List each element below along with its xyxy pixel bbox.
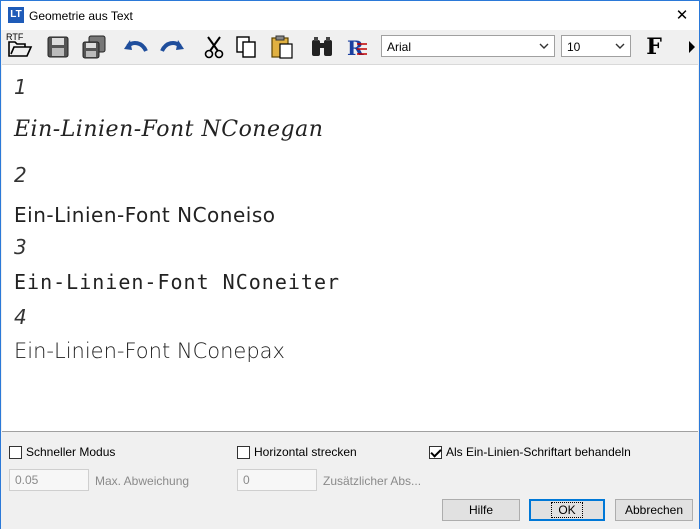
replace-icon: R	[347, 36, 367, 60]
fast-mode-label: Schneller Modus	[26, 445, 116, 459]
open-rtf-button[interactable]: RTF	[5, 32, 35, 61]
options-panel: Schneller Modus Horizontal strecken Als …	[1, 433, 699, 529]
rtf-label: RTF	[6, 32, 24, 42]
line-number: 3	[14, 235, 27, 259]
font-size-select[interactable]: 10	[561, 35, 631, 57]
extra-spacing-input[interactable]: 0	[237, 469, 317, 491]
copy-icon	[236, 36, 256, 58]
help-button[interactable]: Hilfe	[442, 499, 520, 521]
toolbar-overflow-button[interactable]	[685, 33, 699, 61]
cancel-button[interactable]: Abbrechen	[615, 499, 693, 521]
ok-label: OK	[551, 502, 583, 518]
window-title: Geometrie aus Text	[29, 9, 133, 23]
stretch-horizontal-label: Horizontal strecken	[254, 445, 357, 459]
stretch-horizontal-checkbox[interactable]: Horizontal strecken	[237, 445, 357, 459]
checkbox-box[interactable]	[237, 445, 250, 459]
close-icon: ✕	[675, 7, 689, 24]
cut-button[interactable]	[199, 33, 229, 61]
font-family-value: Arial	[387, 40, 412, 54]
scissors-icon	[204, 36, 224, 59]
fast-mode-checkbox[interactable]: Schneller Modus	[9, 445, 115, 459]
save-all-icon	[82, 35, 106, 59]
editor-text-line: Ein-Linien-Font NConegan	[14, 117, 324, 142]
redo-icon	[160, 40, 184, 52]
dialog-window: LT Geometrie aus Text ✕ RTF R Arial 10 F…	[0, 0, 700, 529]
max-deviation-label: Max. Abweichung	[95, 474, 190, 488]
line-number: 1	[14, 75, 27, 99]
copy-button[interactable]	[231, 33, 261, 61]
save-button[interactable]	[43, 33, 73, 61]
replace-button[interactable]: R	[341, 33, 371, 61]
text-editor[interactable]: 1 Ein-Linien-Font NConegan 2 Ein-Linien-…	[2, 64, 698, 432]
line-number: 4	[14, 305, 27, 329]
max-deviation-input[interactable]: 0.05	[9, 469, 89, 491]
editor-text-line: Ein-Linien-Font NConeiter	[14, 270, 341, 294]
paste-button[interactable]	[267, 33, 297, 61]
font-size-value: 10	[567, 40, 581, 54]
chevron-down-icon	[615, 43, 625, 49]
undo-icon	[124, 40, 148, 52]
toolbar: RTF R Arial 10 F	[1, 30, 699, 64]
app-icon: LT	[8, 7, 24, 23]
extra-spacing-label: Zusätzlicher Abs...	[323, 474, 422, 488]
checkbox-box[interactable]	[429, 445, 442, 459]
editor-text-line: Ein-Linien-Font NConepax	[14, 339, 285, 363]
save-all-button[interactable]	[79, 33, 109, 61]
find-button[interactable]	[307, 33, 337, 61]
checkbox-box[interactable]	[9, 445, 22, 459]
font-family-select[interactable]: Arial	[381, 35, 555, 57]
floppy-disk-icon	[47, 36, 69, 58]
title-bar: LT Geometrie aus Text ✕	[1, 1, 699, 30]
chevron-down-icon	[539, 43, 549, 49]
single-line-font-checkbox[interactable]: Als Ein-Linien-Schriftart behandeln	[429, 445, 631, 459]
ok-button[interactable]: OK	[529, 499, 605, 521]
line-number: 2	[14, 163, 27, 187]
svg-text:R: R	[347, 36, 364, 60]
paste-icon	[271, 35, 293, 59]
bold-button[interactable]: F	[641, 33, 667, 61]
binoculars-icon	[312, 37, 332, 56]
redo-button[interactable]	[157, 33, 187, 61]
single-line-font-label: Als Ein-Linien-Schriftart behandeln	[446, 445, 631, 459]
close-button[interactable]: ✕	[665, 1, 699, 30]
editor-text-line: Ein-Linien-Font NConeiso	[14, 203, 276, 227]
undo-button[interactable]	[121, 33, 151, 61]
chevron-right-icon	[689, 41, 695, 53]
